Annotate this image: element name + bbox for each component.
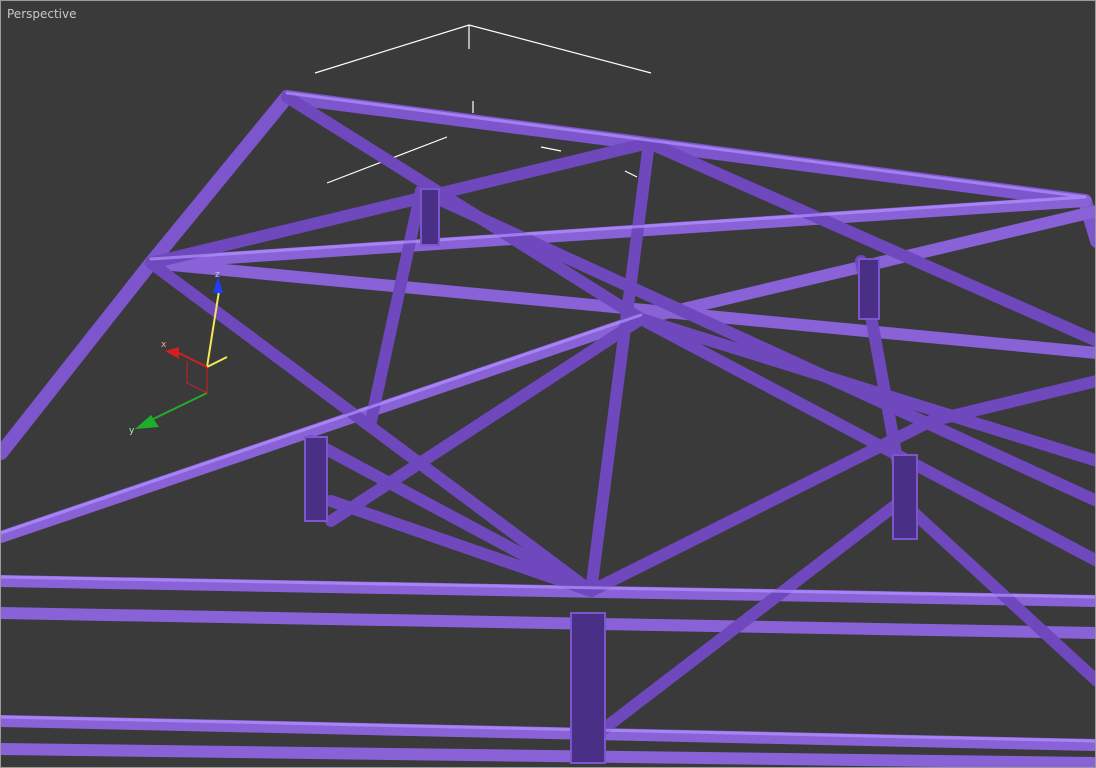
transform-gizmo[interactable]: z x y <box>129 270 228 436</box>
top-chords <box>1 195 1095 767</box>
gizmo-x-label: x <box>161 340 167 350</box>
perspective-viewport[interactable]: Perspective z x y <box>0 0 1096 768</box>
truss-structure[interactable] <box>1 90 1096 767</box>
gizmo-z-label: z <box>215 270 220 280</box>
gizmo-y-label: y <box>129 426 135 436</box>
x-axis-arrow-icon[interactable] <box>165 347 179 359</box>
scene-canvas[interactable]: z x y <box>1 1 1096 768</box>
